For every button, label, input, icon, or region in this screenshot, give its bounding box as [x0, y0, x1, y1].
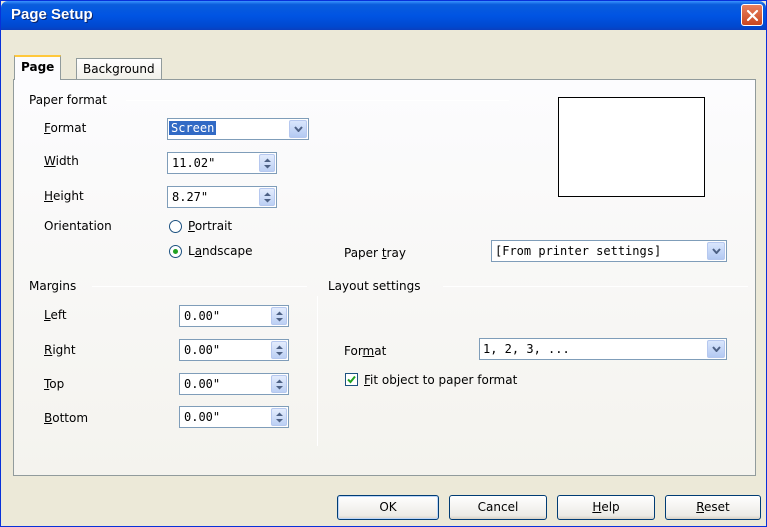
close-icon — [746, 9, 759, 22]
bottom-margin-spin-buttons[interactable] — [271, 408, 287, 426]
portrait-label[interactable]: Portrait — [188, 219, 232, 233]
check-icon — [347, 375, 356, 384]
paper-format-divider — [126, 100, 509, 101]
top-margin-spinner[interactable]: 0.00" — [179, 373, 289, 395]
top-margin-label: Top — [44, 377, 65, 391]
spin-arrows-icon — [276, 379, 283, 390]
layout-format-value: 1, 2, 3, ... — [483, 342, 570, 356]
right-margin-spin-buttons[interactable] — [271, 341, 287, 359]
help-button[interactable]: Help — [557, 495, 655, 520]
margins-title: Margins — [29, 279, 77, 293]
chevron-down-icon — [294, 126, 303, 132]
left-margin-value: 0.00" — [184, 309, 221, 323]
width-value: 11.02" — [172, 156, 216, 170]
fit-object-label[interactable]: Fit object to paper format — [364, 373, 517, 387]
ok-button[interactable]: OK — [337, 495, 439, 520]
paper-format-value: Screen — [169, 121, 217, 135]
margins-divider — [92, 286, 307, 287]
section-separator — [317, 296, 318, 446]
portrait-radio[interactable] — [169, 220, 182, 233]
close-button[interactable] — [741, 4, 763, 26]
layout-settings-divider — [443, 286, 748, 287]
orientation-label: Orientation — [44, 219, 112, 233]
paper-format-select[interactable]: Screen — [167, 118, 309, 140]
right-margin-label: Right — [44, 343, 76, 357]
title-bar[interactable]: Page Setup — [1, 1, 766, 30]
right-margin-spinner[interactable]: 0.00" — [179, 339, 289, 361]
bottom-margin-label: Bottom — [44, 411, 89, 425]
right-margin-value: 0.00" — [184, 343, 221, 357]
bottom-margin-spinner[interactable]: 0.00" — [179, 406, 289, 428]
bottom-margin-value: 0.00" — [184, 410, 221, 424]
layout-format-label: Format — [344, 344, 387, 358]
chevron-down-icon — [712, 346, 721, 352]
page-preview — [558, 97, 705, 197]
tab-page[interactable]: Page — [14, 55, 62, 80]
window-title: Page Setup — [11, 6, 93, 23]
paper-tray-select[interactable]: [From printer settings] — [491, 240, 727, 262]
cancel-button[interactable]: Cancel — [449, 495, 547, 520]
spin-arrows-icon — [276, 412, 283, 423]
width-spin-buttons[interactable] — [259, 154, 275, 172]
spin-arrows-icon — [276, 311, 283, 322]
format-label: Format — [44, 121, 87, 135]
height-label: Height — [44, 189, 84, 203]
height-spin-buttons[interactable] — [259, 188, 275, 206]
reset-button[interactable]: Reset — [665, 495, 761, 520]
height-value: 8.27" — [172, 190, 209, 204]
spin-arrows-icon — [276, 345, 283, 356]
paper-tray-value: [From printer settings] — [495, 244, 662, 258]
height-spinner[interactable]: 8.27" — [167, 186, 277, 208]
spin-arrows-icon — [264, 158, 271, 169]
top-margin-spin-buttons[interactable] — [271, 375, 287, 393]
fit-object-checkbox[interactable] — [345, 373, 358, 386]
paper-format-title: Paper format — [29, 93, 107, 107]
width-label: Width — [44, 154, 79, 168]
landscape-label[interactable]: Landscape — [188, 244, 252, 258]
layout-settings-title: Layout settings — [328, 279, 421, 293]
layout-format-select[interactable]: 1, 2, 3, ... — [479, 338, 727, 360]
layout-format-dropdown-button[interactable] — [707, 340, 725, 358]
landscape-radio[interactable] — [169, 245, 182, 258]
paper-tray-label: Paper tray — [344, 246, 406, 260]
page-setup-dialog: Page Setup Page Background Paper format … — [0, 0, 767, 527]
width-spinner[interactable]: 11.02" — [167, 152, 277, 174]
top-margin-value: 0.00" — [184, 377, 221, 391]
chevron-down-icon — [712, 248, 721, 254]
left-margin-spin-buttons[interactable] — [271, 307, 287, 325]
tab-background[interactable]: Background — [76, 58, 162, 80]
left-margin-label: Left — [44, 308, 67, 322]
left-margin-spinner[interactable]: 0.00" — [179, 305, 289, 327]
spin-arrows-icon — [264, 192, 271, 203]
paper-tray-dropdown-button[interactable] — [707, 242, 725, 260]
paper-format-dropdown-button[interactable] — [289, 120, 307, 138]
